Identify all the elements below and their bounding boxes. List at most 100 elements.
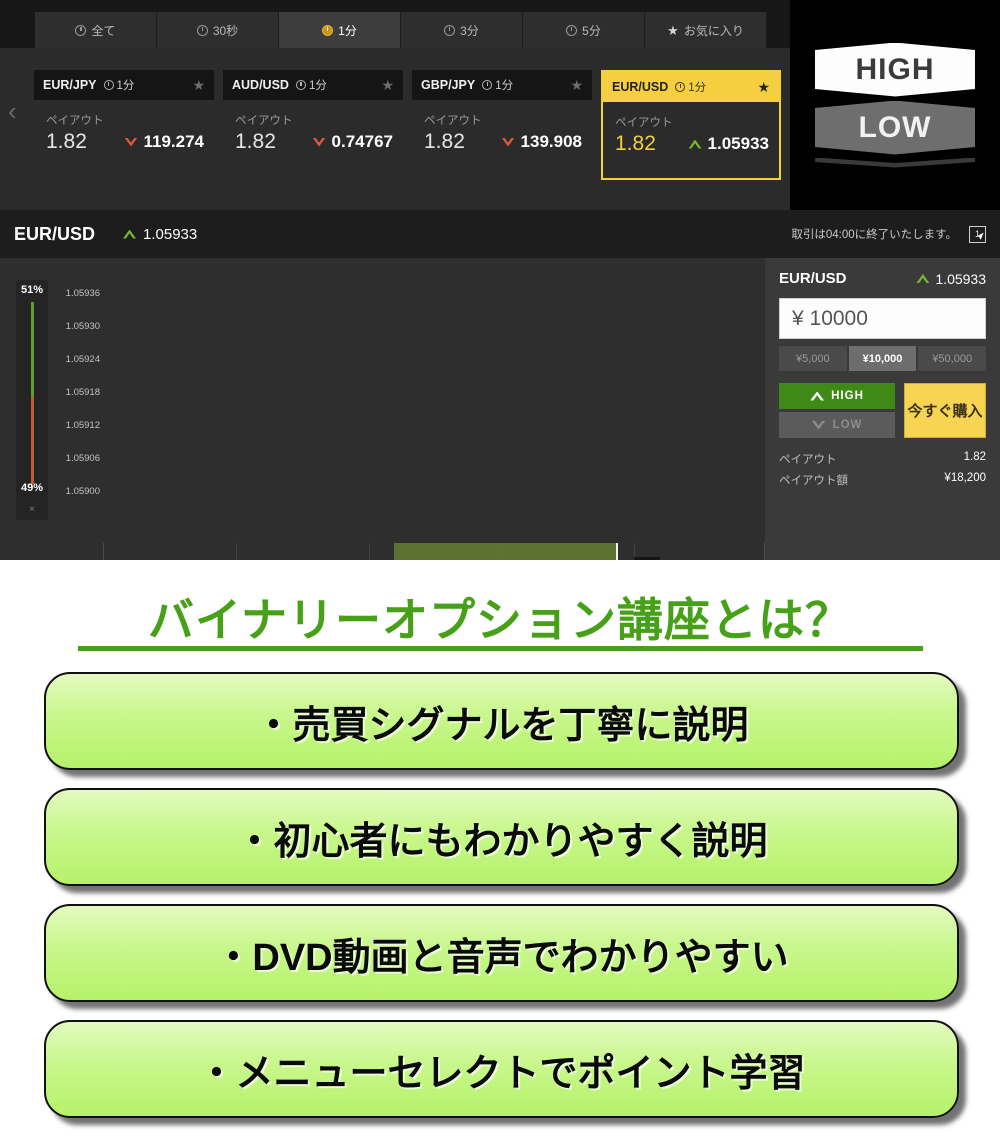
promo-bullet-2: ・DVD動画と音声でわかりやすい: [44, 904, 959, 1002]
asset-card-carousel: ‹ EUR/JPY 1分 ★ ペイアウト 1.82 119.274 AUD/USD 1分 ★ ペイ…: [0, 48, 790, 188]
arrow-down-icon: [811, 420, 826, 430]
amount-input[interactable]: ¥ 10000: [779, 298, 986, 339]
asset-period: 1分: [103, 77, 135, 93]
payout-value: 1.82: [963, 451, 986, 463]
period-tab-label: お気に入り: [683, 23, 744, 38]
logo-high-band: HIGH: [815, 42, 975, 97]
promo-bullet-0: ・売買シグナルを丁寧に説明: [44, 672, 959, 770]
sentiment-gauge: 51% 49% ×: [16, 280, 48, 520]
period-tab-2[interactable]: 1分: [279, 12, 401, 48]
asset-card-2[interactable]: GBP/JPY 1分 ★ ペイアウト 1.82 139.908: [412, 70, 592, 180]
carousel-prev-icon[interactable]: ‹: [8, 98, 17, 124]
period-tab-label: 5分: [582, 23, 601, 38]
asset-payout-value: 1.82: [424, 130, 465, 153]
instrument-price: 1.05933: [143, 225, 198, 243]
quick-amount-0[interactable]: ¥5,000: [779, 346, 847, 371]
asset-period: 1分: [675, 79, 706, 95]
asset-pair: EUR/USD: [612, 80, 669, 94]
asset-values-row: 1.82 119.274: [46, 130, 204, 154]
price-tick-6: 1.05900: [65, 486, 100, 497]
price-area-series: [104, 543, 766, 560]
asset-period: 1分: [482, 77, 513, 93]
period-tab-0[interactable]: 全て: [35, 12, 157, 48]
asset-card-3[interactable]: EUR/USD 1分 ★ ペイアウト 1.82 1.05933: [601, 70, 781, 180]
asset-card-header: EUR/JPY 1分 ★: [34, 70, 214, 100]
favorite-star-icon[interactable]: ★: [757, 79, 770, 96]
asset-rate-value: 119.274: [143, 132, 204, 151]
asset-pair: EUR/JPY: [43, 78, 97, 92]
asset-period-label: 1分: [116, 80, 135, 92]
favorite-star-icon[interactable]: ★: [192, 77, 205, 94]
promo-headline: バイナリーオプション講座とは？: [147, 593, 853, 647]
price-tick-1: 1.05930: [65, 321, 100, 332]
quick-amount-2[interactable]: ¥50,000: [918, 346, 987, 371]
payout-amount-row: ペイアウト額 ¥18,200: [779, 472, 986, 488]
logo-low-band: LOW: [815, 100, 975, 155]
asset-payout-label: ペイアウト: [615, 117, 673, 129]
sentiment-bar-low: [31, 396, 34, 484]
buy-now-button[interactable]: 今すぐ購入: [904, 383, 986, 438]
current-time-line: [616, 543, 618, 560]
chart-area: 51% 49% × 1.05936 1.05930 1.05924 1.05918 1.…: [0, 258, 765, 560]
sentiment-bar: [31, 302, 34, 484]
period-tab-3[interactable]: 3分: [401, 12, 523, 48]
asset-rate-value: 1.05933: [707, 134, 769, 153]
asset-payout-label: ペイアウト: [235, 115, 293, 127]
brand-logo: HIGH LOW: [790, 0, 1000, 210]
low-button[interactable]: LOW: [779, 412, 895, 438]
asset-period-label: 1分: [688, 82, 707, 94]
period-tab-1[interactable]: 30秒: [157, 12, 279, 48]
clock-icon: [566, 24, 578, 36]
arrow-up-icon: [123, 229, 137, 239]
sentiment-high-value: 51%: [20, 284, 44, 296]
sentiment-close-icon[interactable]: ×: [16, 504, 48, 515]
price-tick-5: 1.05906: [65, 453, 100, 464]
asset-card-0[interactable]: EUR/JPY 1分 ★ ペイアウト 1.82 119.274: [34, 70, 214, 180]
asset-card-body: ペイアウト 1.82 1.05933: [603, 102, 779, 156]
clock-icon: [75, 24, 87, 36]
panel-instrument-name: EUR/USD: [779, 270, 847, 287]
period-tab-label: 1分: [338, 23, 357, 38]
promo-section: バイナリーオプション講座とは？ ・売買シグナルを丁寧に説明・初心者にもわかりやす…: [0, 560, 1000, 1143]
headline-underline: [78, 646, 923, 651]
quick-amount-1[interactable]: ¥10,000: [848, 346, 917, 371]
high-button[interactable]: HIGH: [779, 383, 895, 409]
arrow-up-icon: [810, 391, 825, 401]
asset-payout-value: 1.82: [46, 130, 87, 153]
promo-bullet-label: ・メニューセレクトでポイント学習: [197, 1052, 806, 1095]
favorite-star-icon[interactable]: ★: [381, 77, 394, 94]
period-tab-bar: 全て 30秒 1分 3分 5分 ★ お気に入り: [0, 0, 790, 48]
sentiment-bar-high: [31, 302, 34, 397]
sentiment-low-value: 49%: [20, 482, 44, 494]
favorite-star-icon[interactable]: ★: [570, 77, 583, 94]
arrow-up-icon: [916, 274, 930, 283]
clock-icon: [482, 80, 493, 90]
period-tab-5[interactable]: ★ お気に入り: [645, 12, 767, 48]
asset-card-header: EUR/USD 1分 ★: [603, 72, 779, 102]
payout-label: ペイアウト: [779, 454, 837, 466]
window-mode-icon[interactable]: 1: [969, 225, 989, 243]
price-tick-3: 1.05918: [65, 387, 100, 398]
promo-bullet-label: ・初心者にもわかりやすく説明: [235, 820, 768, 863]
price-tick-2: 1.05924: [65, 354, 100, 365]
instrument-name: EUR/USD: [14, 223, 96, 244]
period-tab-4[interactable]: 5分: [523, 12, 645, 48]
quick-amount-buttons: ¥5,000 ¥10,000 ¥50,000: [779, 346, 987, 371]
logo-shadow-chevron: [815, 157, 975, 168]
price-plot[interactable]: 00:00 次回の判定時刻まで60秒: [103, 543, 765, 560]
asset-card-1[interactable]: AUD/USD 1分 ★ ペイアウト 1.82 0.74767: [223, 70, 403, 180]
asset-rate-group: 1.05933: [688, 134, 769, 154]
asset-period-label: 1分: [495, 80, 514, 92]
payout-amount-value: ¥18,200: [944, 472, 986, 484]
asset-rate-group: 0.74767: [312, 132, 393, 152]
clock-icon: [444, 24, 456, 36]
asset-card-header: AUD/USD 1分 ★: [223, 70, 403, 100]
asset-rate-value: 0.74767: [331, 132, 393, 151]
period-tab-label: 3分: [460, 23, 479, 38]
period-tab-label: 全て: [91, 23, 116, 38]
asset-pair: AUD/USD: [232, 78, 289, 92]
arrow-up-icon: [688, 139, 702, 149]
asset-card-header: GBP/JPY 1分 ★: [412, 70, 592, 100]
asset-card-body: ペイアウト 1.82 0.74767: [223, 100, 403, 154]
asset-card-body: ペイアウト 1.82 119.274: [34, 100, 214, 154]
